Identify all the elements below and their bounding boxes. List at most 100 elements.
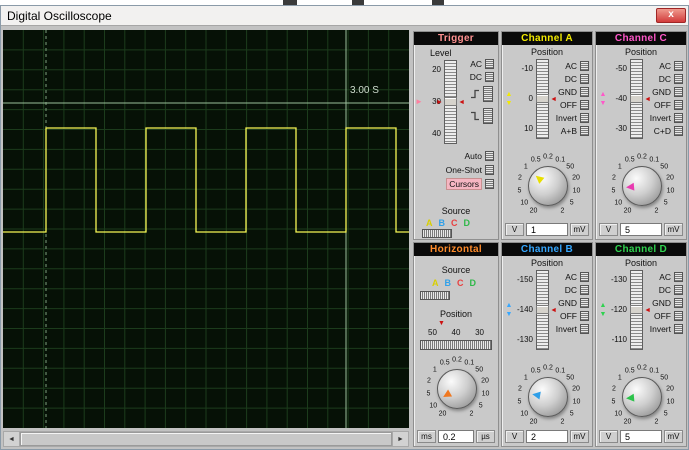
toggle-switch[interactable] — [485, 165, 494, 175]
source-channel-c[interactable]: C — [451, 218, 458, 228]
button-label: C+D — [653, 125, 671, 136]
toggle-switch[interactable] — [580, 323, 589, 334]
toggle-switch[interactable] — [674, 125, 683, 136]
knob-dial[interactable] — [528, 377, 568, 417]
source-channel-b[interactable]: B — [439, 218, 446, 228]
window-titlebar[interactable]: Digital Oscilloscope x — [1, 6, 688, 26]
trigger-level-thumb[interactable] — [444, 97, 457, 106]
trigger-level-slider[interactable]: 20 30 40 ► ◄ — [422, 60, 465, 144]
button-dc[interactable]: DC — [549, 283, 589, 296]
scrollbar-thumb[interactable] — [20, 432, 392, 446]
button-off[interactable]: OFF — [549, 98, 589, 111]
ms-unit-box: ms — [417, 430, 436, 443]
toggle-switch[interactable] — [674, 60, 683, 71]
toggle-switch[interactable] — [485, 179, 494, 189]
source-channel-b[interactable]: B — [445, 278, 452, 288]
horizontal-source-switch[interactable] — [420, 291, 450, 300]
button-a-b[interactable]: A+B — [549, 124, 589, 137]
button-ac[interactable]: AC — [549, 270, 589, 283]
knob-scale-label: 0.1 — [649, 367, 660, 375]
button-dc[interactable]: DC — [643, 283, 683, 296]
knob-dial[interactable] — [528, 166, 568, 206]
source-channel-c[interactable]: C — [457, 278, 464, 288]
button-dc[interactable]: DC — [643, 72, 683, 85]
toggle-switch[interactable] — [580, 284, 589, 295]
toggle-switch[interactable] — [674, 112, 683, 123]
button-cursors[interactable]: Cursors — [418, 177, 494, 191]
horizontal-position-track[interactable] — [420, 340, 492, 350]
toggle-switch[interactable] — [580, 112, 589, 123]
channel-b-position-track[interactable]: ◄ — [536, 270, 557, 350]
toggle-switch[interactable] — [485, 151, 494, 161]
scroll-right-button[interactable]: ► — [392, 432, 408, 446]
button-invert[interactable]: Invert — [643, 322, 683, 335]
button-gnd[interactable]: GND — [549, 296, 589, 309]
toggle-switch[interactable] — [674, 73, 683, 84]
scroll-left-button[interactable]: ◄ — [4, 432, 20, 446]
toggle-switch[interactable] — [580, 310, 589, 321]
channel-d-gain-knob[interactable]: 20 10 5 2 1 0.5 0.2 0.1 50 20 10 5 2 — [598, 365, 686, 429]
knob-dial[interactable] — [622, 166, 662, 206]
channel-b-gain-knob[interactable]: 20 10 5 2 1 0.5 0.2 0.1 50 20 10 5 2 — [504, 365, 592, 429]
button-dc[interactable]: DC — [464, 70, 494, 83]
button-ac[interactable]: AC — [643, 270, 683, 283]
channel-c-position-track[interactable]: ◄ — [630, 59, 651, 139]
button-invert[interactable]: Invert — [643, 111, 683, 124]
source-channel-a[interactable]: A — [432, 278, 439, 288]
toggle-switch[interactable] — [674, 284, 683, 295]
edge-select-switch[interactable] — [483, 86, 493, 102]
toggle-switch[interactable] — [580, 271, 589, 282]
polarity-switch[interactable] — [483, 108, 493, 124]
channel-a-gain-knob[interactable]: 20 10 5 2 1 0.5 0.2 0.1 50 20 10 5 2 — [504, 154, 592, 218]
trigger-source-switch[interactable] — [422, 229, 452, 238]
button-off[interactable]: OFF — [549, 309, 589, 322]
knob-dial[interactable] — [622, 377, 662, 417]
toggle-switch[interactable] — [485, 71, 494, 82]
scrollbar-track[interactable] — [20, 432, 392, 446]
button-ac[interactable]: AC — [643, 59, 683, 72]
button-ac[interactable]: AC — [549, 59, 589, 72]
button-invert[interactable]: Invert — [549, 322, 589, 335]
toggle-switch[interactable] — [580, 73, 589, 84]
channel-d-position-thumb[interactable] — [630, 305, 643, 314]
source-channel-d[interactable]: D — [470, 278, 477, 288]
button-gnd[interactable]: GND — [643, 85, 683, 98]
channel-a-position-track[interactable]: ◄ — [536, 59, 557, 139]
channel-a-position-thumb[interactable] — [536, 94, 549, 103]
button-c-d[interactable]: C+D — [643, 124, 683, 137]
toggle-switch[interactable] — [674, 323, 683, 334]
toggle-switch[interactable] — [485, 58, 494, 69]
display-scrollbar[interactable]: ◄ ► — [3, 431, 409, 447]
toggle-switch[interactable] — [580, 297, 589, 308]
channel-c-position-thumb[interactable] — [630, 94, 643, 103]
button-dc[interactable]: DC — [549, 72, 589, 85]
toggle-switch[interactable] — [580, 60, 589, 71]
button-gnd[interactable]: GND — [549, 85, 589, 98]
button-one-shot[interactable]: One-Shot — [418, 163, 494, 177]
button-auto[interactable]: Auto — [418, 149, 494, 163]
toggle-switch[interactable] — [580, 86, 589, 97]
horizontal-timebase-knob[interactable]: 20 10 5 2 1 0.5 0.2 0.1 50 20 10 5 2 — [416, 357, 498, 421]
source-channel-a[interactable]: A — [426, 218, 433, 228]
toggle-switch[interactable] — [580, 125, 589, 136]
channel-b-position-thumb[interactable] — [536, 305, 549, 314]
button-gnd[interactable]: GND — [643, 296, 683, 309]
source-channel-d[interactable]: D — [464, 218, 471, 228]
button-invert[interactable]: Invert — [549, 111, 589, 124]
toggle-switch[interactable] — [674, 297, 683, 308]
toggle-switch[interactable] — [674, 271, 683, 282]
trigger-level-track[interactable]: ► ◄ — [436, 60, 465, 144]
button-off[interactable]: OFF — [643, 98, 683, 111]
toggle-switch[interactable] — [674, 86, 683, 97]
knob-dial[interactable] — [437, 369, 477, 409]
toggle-switch[interactable] — [674, 310, 683, 321]
channel-d-position-track[interactable]: ◄ — [630, 270, 651, 350]
channel-c-title: Channel C — [596, 32, 686, 45]
toggle-switch[interactable] — [580, 99, 589, 110]
button-off[interactable]: OFF — [643, 309, 683, 322]
close-button[interactable]: x — [656, 8, 686, 23]
channel-c-gain-knob[interactable]: 20 10 5 2 1 0.5 0.2 0.1 50 20 10 5 2 — [598, 154, 686, 218]
toggle-switch[interactable] — [674, 99, 683, 110]
channel-b-panel: Channel B Position ▲ ▼ -150 -140 -130 ◄ AC… — [501, 242, 593, 447]
button-ac[interactable]: AC — [464, 57, 494, 70]
